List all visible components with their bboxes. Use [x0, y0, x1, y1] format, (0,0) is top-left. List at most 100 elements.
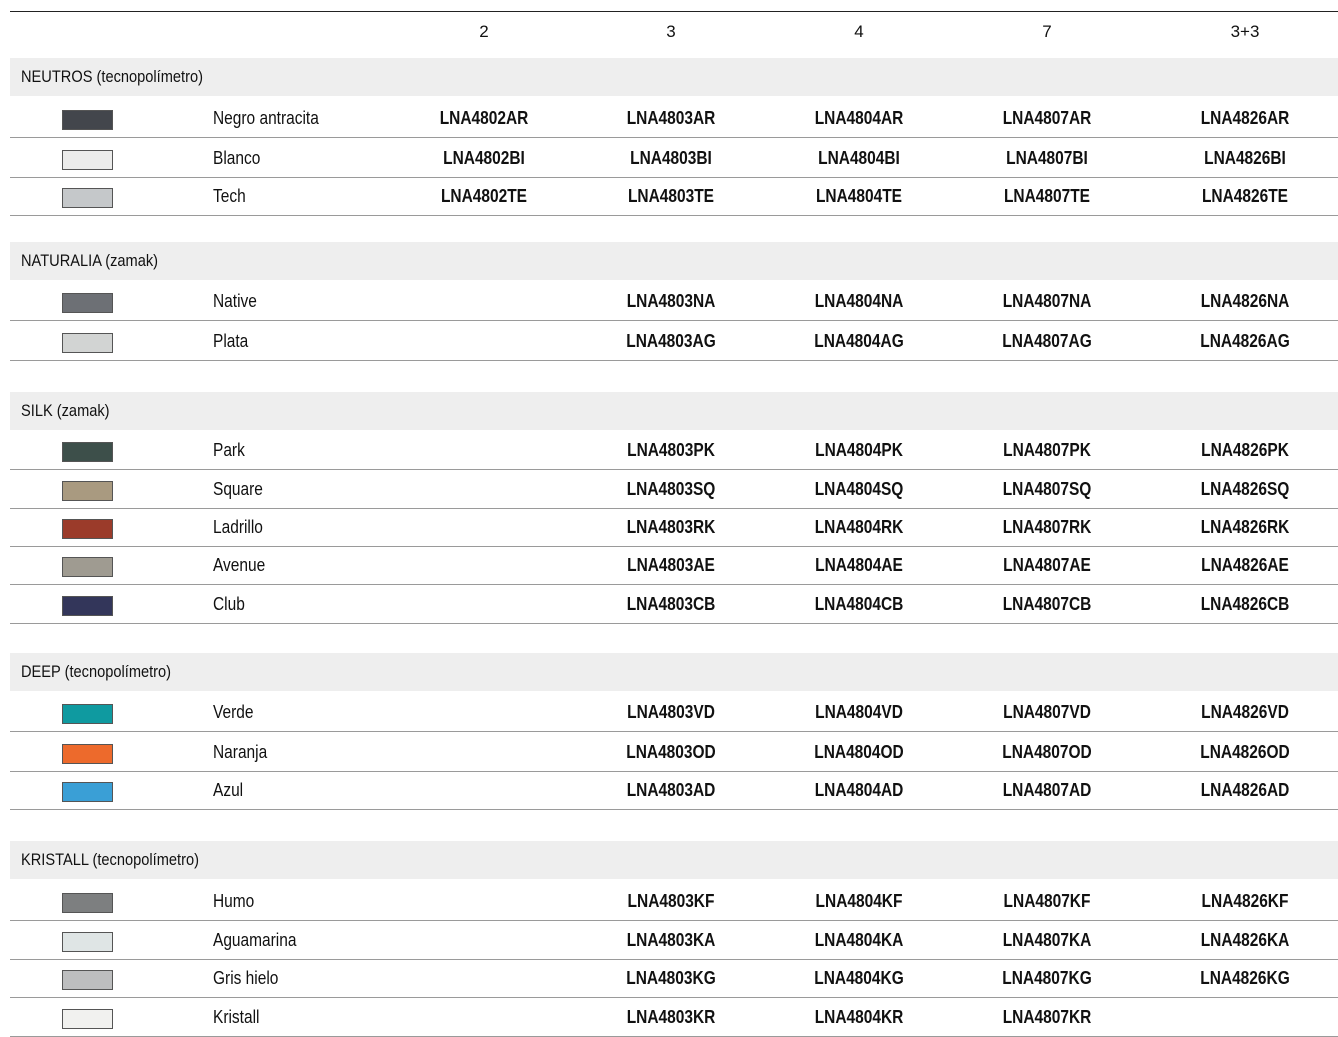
product-code: LNA4826RK	[1200, 517, 1290, 537]
product-code: LNA4807BI	[1006, 148, 1088, 168]
product-code: LNA4826VD	[1201, 702, 1289, 722]
product-code: LNA4804AD	[814, 780, 904, 800]
color-swatch	[62, 481, 113, 501]
product-code: LNA4804SQ	[814, 479, 904, 499]
column-header: 2	[479, 22, 489, 41]
table-row: Humo LNA4803KF LNA4804KF LNA4807KF LNA4826KF	[10, 882, 1338, 921]
product-code: LNA4803SQ	[626, 479, 716, 499]
table-row: Native LNA4803NA LNA4804NA LNA4807NA LNA4826…	[10, 282, 1338, 321]
product-code: LNA4804OD	[814, 742, 904, 762]
color-swatch	[62, 596, 113, 616]
finish-name: Park	[213, 440, 245, 460]
color-swatch	[62, 932, 113, 952]
product-code: LNA4804TE	[815, 186, 903, 206]
color-swatch	[62, 1009, 113, 1029]
product-code: LNA4804NA	[814, 291, 904, 311]
product-code: LNA4804RK	[814, 517, 904, 537]
section-title: KRISTALL (tecnopolímetro)	[21, 850, 199, 869]
color-swatch	[62, 893, 113, 913]
table-row: Blanco LNA4802BI LNA4803BI LNA4804BI LNA4807…	[10, 139, 1338, 178]
product-code: LNA4807AG	[1002, 331, 1092, 351]
finish-name: Ladrillo	[213, 517, 263, 537]
product-code: LNA4807PK	[1003, 440, 1091, 460]
table-row: Club LNA4803CB LNA4804CB LNA4807CB LNA4826CB	[10, 585, 1338, 624]
product-code: LNA4803KA	[626, 930, 716, 950]
product-code: LNA4804CB	[814, 594, 904, 614]
product-code: LNA4807NA	[1002, 291, 1092, 311]
finish-name: Humo	[213, 891, 255, 911]
color-swatch	[62, 744, 113, 764]
product-code: LNA4803AR	[626, 108, 716, 128]
finish-name: Gris hielo	[213, 968, 279, 988]
section-title: NATURALIA (zamak)	[21, 251, 159, 270]
color-swatch	[62, 704, 113, 724]
product-code: LNA4803AG	[626, 331, 716, 351]
product-code: LNA4803KF	[627, 891, 715, 911]
finish-name: Naranja	[213, 742, 268, 762]
product-code: LNA4803BI	[630, 148, 712, 168]
product-code: LNA4807VD	[1003, 702, 1091, 722]
table-row: Tech LNA4802TE LNA4803TE LNA4804TE LNA4807TE…	[10, 177, 1338, 216]
product-code: LNA4804AG	[814, 331, 904, 351]
product-code: LNA4804VD	[815, 702, 903, 722]
section-header: NATURALIA (zamak)	[10, 242, 1338, 280]
finish-name: Negro antracita	[213, 108, 319, 128]
table-row: Square LNA4803SQ LNA4804SQ LNA4807SQ LNA4826…	[10, 470, 1338, 509]
product-code: LNA4807CB	[1002, 594, 1092, 614]
color-swatch	[62, 519, 113, 539]
product-code: LNA4807RK	[1002, 517, 1092, 537]
product-code: LNA4826SQ	[1200, 479, 1290, 499]
finish-name: Blanco	[213, 148, 261, 168]
product-code: LNA4807KR	[1002, 1007, 1092, 1027]
section-header: DEEP (tecnopolímetro)	[10, 653, 1338, 691]
finish-name: Avenue	[213, 555, 266, 575]
table-row: Ladrillo LNA4803RK LNA4804RK LNA4807RK LNA48…	[10, 508, 1338, 547]
product-code: LNA4804BI	[818, 148, 900, 168]
product-code: LNA4826KA	[1200, 930, 1290, 950]
product-code: LNA4803RK	[626, 517, 716, 537]
product-code: LNA4804KA	[814, 930, 904, 950]
table-top-rule	[10, 11, 1338, 12]
table-row: Park LNA4803PK LNA4804PK LNA4807PK LNA4826PK	[10, 431, 1338, 470]
finish-name: Azul	[213, 780, 244, 800]
color-swatch	[62, 110, 113, 130]
column-header: 7	[1042, 22, 1052, 41]
section-header: SILK (zamak)	[10, 392, 1338, 430]
column-header: 4	[854, 22, 864, 41]
table-row: Avenue LNA4803AE LNA4804AE LNA4807AE LNA4826…	[10, 546, 1338, 585]
color-swatch	[62, 150, 113, 170]
product-code: LNA4826BI	[1204, 148, 1286, 168]
product-code: LNA4807TE	[1003, 186, 1091, 206]
product-code: LNA4807KA	[1002, 930, 1092, 950]
finish-name: Plata	[213, 331, 249, 351]
product-code: LNA4803CB	[626, 594, 716, 614]
product-code: LNA4826OD	[1200, 742, 1290, 762]
product-code: LNA4826AG	[1200, 331, 1290, 351]
finish-name: Square	[213, 479, 263, 499]
finish-name: Aguamarina	[213, 930, 297, 950]
product-code: LNA4802BI	[443, 148, 525, 168]
column-header: 3	[666, 22, 676, 41]
product-code: LNA4803PK	[627, 440, 715, 460]
color-swatch	[62, 782, 113, 802]
finish-name: Verde	[213, 702, 254, 722]
color-swatch	[62, 188, 113, 208]
product-code: LNA4807AD	[1002, 780, 1092, 800]
product-code: LNA4804AE	[815, 555, 903, 575]
product-code: LNA4803VD	[627, 702, 715, 722]
product-code: LNA4826KG	[1200, 968, 1290, 988]
column-header-row: 2 3 4 7 3+3	[10, 14, 1338, 50]
product-code: LNA4826AR	[1200, 108, 1290, 128]
product-code: LNA4826KF	[1201, 891, 1289, 911]
product-code: LNA4826NA	[1200, 291, 1290, 311]
product-code: LNA4803AD	[626, 780, 716, 800]
product-code: LNA4807AR	[1002, 108, 1092, 128]
table-row: Kristall LNA4803KR LNA4804KR LNA4807KR	[10, 998, 1338, 1037]
product-code: LNA4807SQ	[1002, 479, 1092, 499]
table-row: Aguamarina LNA4803KA LNA4804KA LNA4807KA LNA…	[10, 921, 1338, 960]
section-title: DEEP (tecnopolímetro)	[21, 662, 172, 681]
color-swatch	[62, 970, 113, 990]
color-swatch	[62, 293, 113, 313]
section-header: KRISTALL (tecnopolímetro)	[10, 841, 1338, 879]
finish-code-table: 2 3 4 7 3+3 NEUTROS (tecnopolímetro) Negro an…	[0, 0, 1338, 1037]
